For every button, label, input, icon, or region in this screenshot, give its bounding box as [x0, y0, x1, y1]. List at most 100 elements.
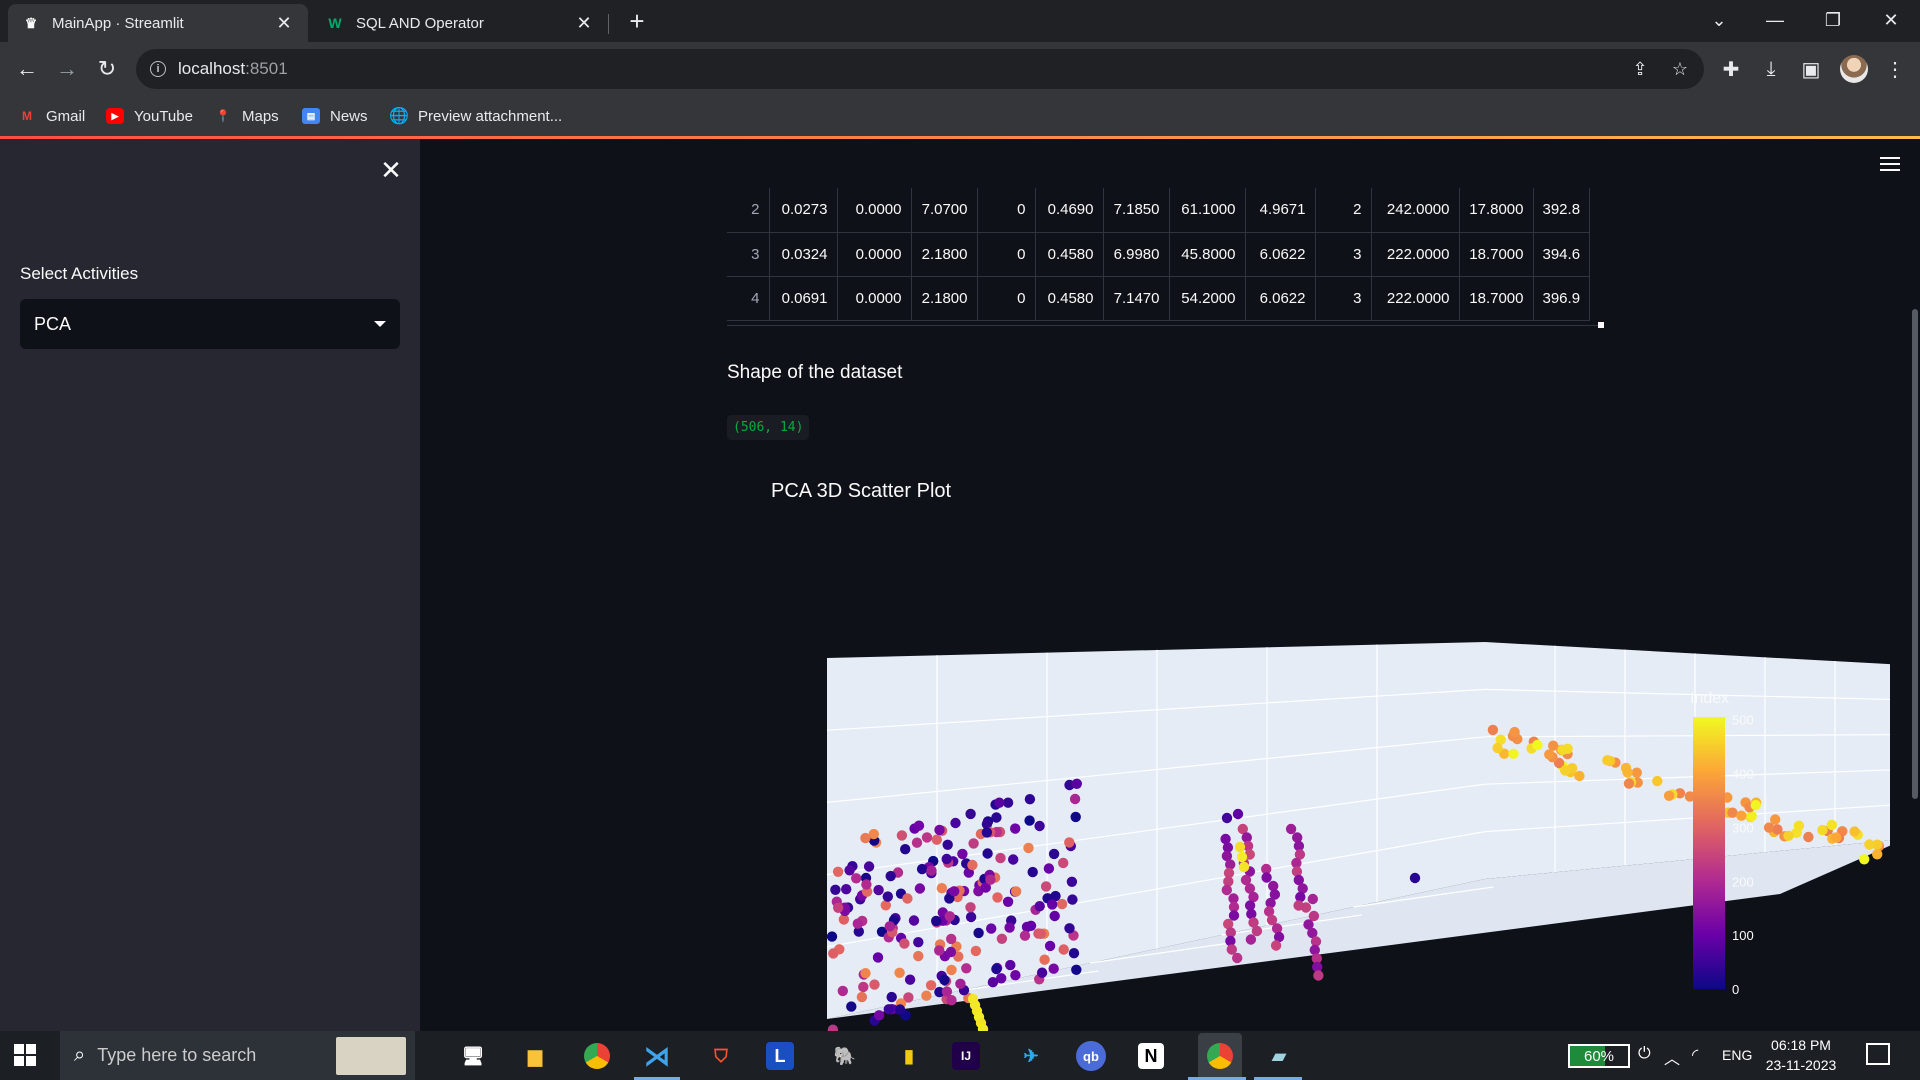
- table-cell: 0: [977, 188, 1036, 233]
- youtube-icon: ▶: [106, 108, 124, 124]
- new-tab-button[interactable]: +: [622, 6, 652, 37]
- menu-kebab-icon[interactable]: ⋮: [1880, 54, 1910, 84]
- scatter-point: [1849, 826, 1860, 837]
- scatter-point: [1270, 940, 1282, 951]
- chrome-active-icon[interactable]: [1198, 1033, 1242, 1079]
- address-bar[interactable]: i localhost:8501 ⇪ ☆: [136, 49, 1704, 89]
- wifi-icon[interactable]: ◜: [1692, 1045, 1698, 1065]
- power-plug-icon[interactable]: ⏻: [1638, 1045, 1651, 1063]
- page-scrollbar[interactable]: [1912, 309, 1918, 799]
- reload-icon[interactable]: ↻: [90, 52, 124, 86]
- colorbar-tick-label: 0: [1732, 982, 1739, 997]
- scatter-point: [939, 974, 950, 986]
- back-arrow-icon[interactable]: ←: [10, 52, 44, 86]
- hamburger-menu-icon[interactable]: [1880, 157, 1900, 175]
- bookmark-youtube[interactable]: ▶ YouTube: [106, 104, 193, 128]
- power-bi-icon[interactable]: ▮: [892, 1039, 926, 1073]
- taskbar-search[interactable]: ⌕ Type here to search: [60, 1031, 415, 1080]
- side-panel-icon[interactable]: ▣: [1796, 54, 1826, 84]
- tab-divider: [608, 14, 609, 34]
- table-cell: 4.9671: [1245, 188, 1316, 233]
- restore-button[interactable]: ❐: [1808, 0, 1858, 40]
- scatter-point: [931, 915, 942, 927]
- chrome-icon[interactable]: [580, 1039, 614, 1073]
- scatter-point: [1509, 726, 1520, 738]
- extensions-puzzle-icon[interactable]: ✚: [1716, 54, 1746, 84]
- chevron-up-icon[interactable]: ︿: [1664, 1045, 1680, 1069]
- qbittorrent-icon[interactable]: qb: [1076, 1041, 1106, 1071]
- bookmark-maps[interactable]: 📍 Maps: [214, 104, 279, 128]
- scatter-point: [883, 1004, 894, 1015]
- dataframe-resize-handle[interactable]: [1598, 322, 1604, 328]
- scatter-point: [1064, 837, 1075, 848]
- close-tab-icon[interactable]: ✕: [274, 13, 294, 34]
- scatter-point: [1663, 790, 1675, 801]
- scatter-point: [882, 891, 893, 902]
- bookmark-star-icon[interactable]: ☆: [1670, 59, 1690, 79]
- close-window-button[interactable]: ✕: [1866, 0, 1916, 40]
- close-tab-icon[interactable]: ✕: [574, 13, 594, 34]
- scatter-point: [1652, 775, 1663, 787]
- table-cell: 18.7000: [1459, 232, 1534, 277]
- scatter-point: [995, 852, 1006, 864]
- search-icon: ⌕: [74, 1044, 86, 1066]
- bookmark-preview-attachment[interactable]: 🌐 Preview attachment...: [389, 104, 562, 128]
- scatter-point: [913, 937, 924, 948]
- scatter-point: [1232, 952, 1243, 964]
- scatter-point: [1238, 861, 1250, 873]
- table-row[interactable]: 2 0.0273 0.0000 7.0700 0 0.4690 7.1850 61.1000 4…: [727, 188, 1591, 233]
- file-explorer-shortcut-icon[interactable]: 🖥: [456, 1039, 490, 1073]
- bookmark-gmail[interactable]: M Gmail: [18, 104, 85, 128]
- table-cell: 3: [1315, 232, 1372, 277]
- bookmark-label: YouTube: [134, 107, 193, 125]
- notification-center-icon[interactable]: [1866, 1043, 1890, 1065]
- launcher-l-icon[interactable]: L: [766, 1042, 794, 1070]
- url-port: :8501: [245, 59, 288, 78]
- vscode-icon[interactable]: ⋊: [640, 1039, 674, 1073]
- bookmark-news[interactable]: ▤ News: [302, 104, 368, 128]
- table-row[interactable]: 3 0.0324 0.0000 2.1800 0 0.4580 6.9980 45.8000 6…: [727, 232, 1591, 277]
- scatter-point: [987, 977, 999, 988]
- battery-indicator[interactable]: 60%: [1568, 1044, 1630, 1068]
- activities-select[interactable]: PCA: [20, 299, 400, 349]
- table-cell: 18.7000: [1459, 276, 1534, 321]
- site-info-icon[interactable]: i: [150, 61, 166, 77]
- pca-3d-scatter-plot[interactable]: 200 Index 5004003002001000: [720, 539, 1890, 1031]
- scatter-point: [1010, 823, 1021, 834]
- table-row[interactable]: 4 0.0691 0.0000 2.1800 0 0.4580 7.1470 54.2000 6…: [727, 276, 1591, 321]
- scatter-point: [1864, 839, 1875, 850]
- scatter-point: [1783, 830, 1794, 841]
- scatter-point: [1228, 910, 1240, 921]
- intellij-icon[interactable]: IJ: [952, 1042, 980, 1070]
- folder-icon[interactable]: ▆: [518, 1039, 552, 1073]
- download-icon[interactable]: ⤓: [1756, 54, 1786, 84]
- scatter-point: [914, 883, 926, 894]
- language-indicator[interactable]: ENG: [1722, 1047, 1752, 1063]
- app-shortcut-icon[interactable]: ▰: [1262, 1039, 1296, 1073]
- scatter-point: [1023, 842, 1034, 854]
- tab-search-icon[interactable]: ⌄: [1694, 0, 1744, 40]
- row-index-cell: 4: [727, 276, 770, 321]
- table-cell: 0.0000: [837, 232, 912, 277]
- scatter-point: [926, 865, 937, 876]
- table-cell: 222.0000: [1371, 276, 1460, 321]
- system-clock[interactable]: 06:18 PM 23-11-2023: [1756, 1035, 1846, 1075]
- dataframe[interactable]: 2 0.0273 0.0000 7.0700 0 0.4690 7.1850 61.1000 4…: [727, 188, 1604, 326]
- tab-sql-and-operator[interactable]: W SQL AND Operator ✕: [312, 4, 608, 42]
- tab-mainapp[interactable]: ♛ MainApp · Streamlit ✕: [8, 4, 308, 42]
- shape-heading: Shape of the dataset: [727, 362, 903, 383]
- profile-avatar[interactable]: [1840, 55, 1868, 83]
- minimize-button[interactable]: —: [1750, 0, 1800, 40]
- share-icon[interactable]: ⇪: [1630, 59, 1650, 79]
- close-sidebar-icon[interactable]: ✕: [378, 155, 404, 186]
- notion-icon[interactable]: N: [1138, 1043, 1164, 1069]
- postgresql-icon[interactable]: 🐘: [828, 1039, 862, 1073]
- scatter-point: [1067, 894, 1078, 905]
- scatter-point: [1027, 866, 1038, 878]
- forward-arrow-icon[interactable]: →: [50, 52, 84, 86]
- brave-icon[interactable]: ⛉: [704, 1039, 738, 1073]
- telegram-icon[interactable]: ✈: [1014, 1039, 1048, 1073]
- scatter-point: [1221, 812, 1233, 824]
- scatter-point: [991, 963, 1002, 975]
- windows-start-icon[interactable]: [14, 1044, 36, 1066]
